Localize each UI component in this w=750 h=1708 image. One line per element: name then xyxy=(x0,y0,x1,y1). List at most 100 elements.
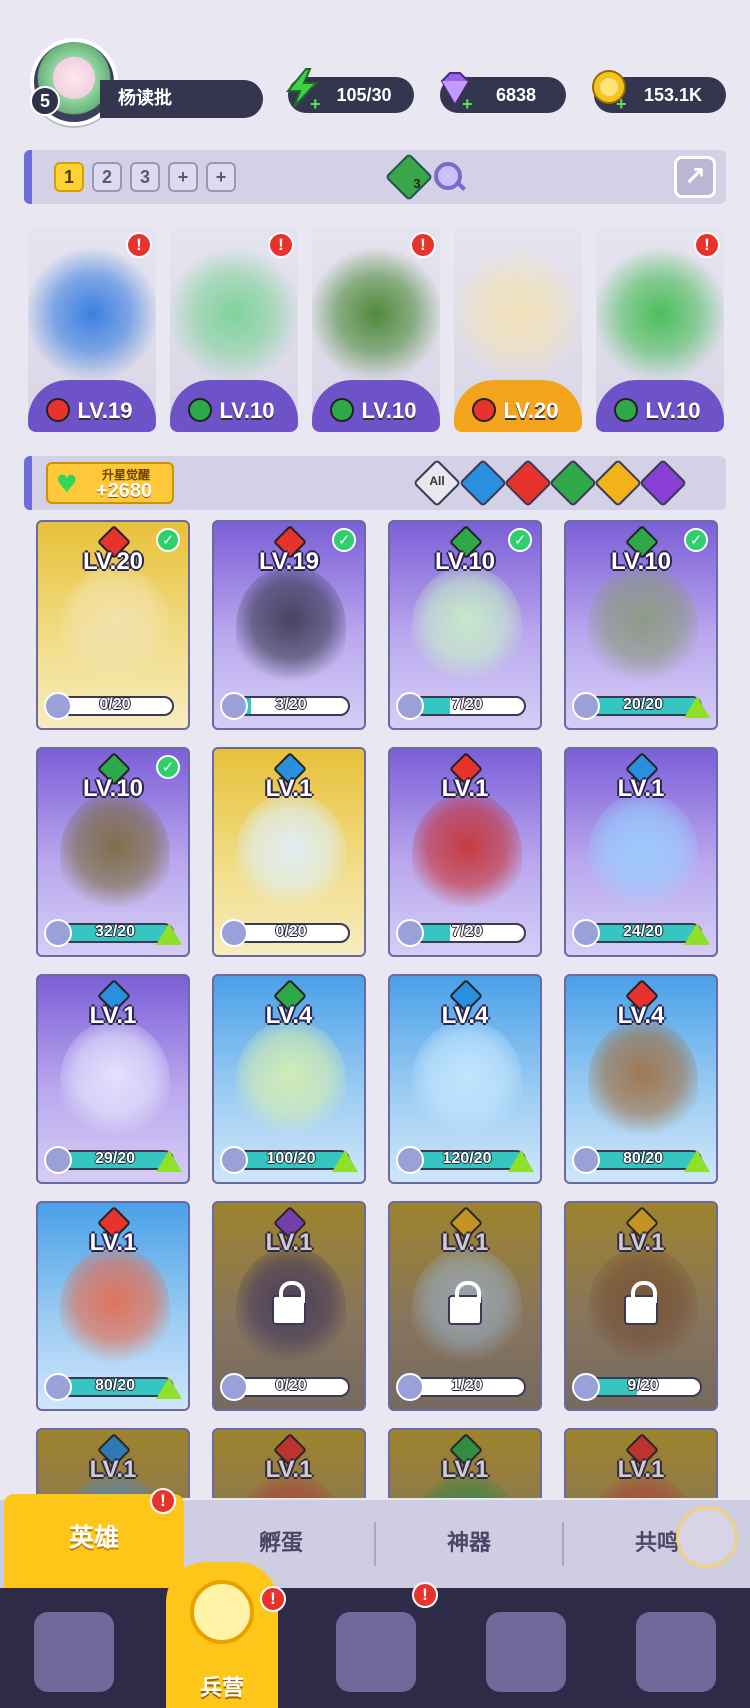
in-team-check-icon: ✓ xyxy=(156,528,180,552)
hero-card[interactable]: LV.20 ✓ 0/20 xyxy=(36,520,190,730)
upgrade-arrow-icon xyxy=(156,1150,182,1172)
hero-card[interactable]: LV.1 xyxy=(388,1428,542,1498)
heart-icon: ♥ xyxy=(56,470,78,498)
hero-card[interactable]: LV.1 0/20 xyxy=(212,1201,366,1411)
squad-alert-badge: ! xyxy=(694,232,720,258)
awaken-value: +2680 xyxy=(96,480,153,502)
nav-barracks-label: 兵营 xyxy=(199,1676,244,1701)
filter-fire-button[interactable] xyxy=(503,458,553,508)
hero-card[interactable]: LV.10 ✓ 32/20 xyxy=(36,747,190,957)
hero-portrait xyxy=(412,566,522,686)
top-header: 5 杨读批 + 105/30 + 6838 + 153.1K xyxy=(0,0,750,140)
awaken-button[interactable]: ♥ 升星觉醒 +2680 xyxy=(46,462,174,504)
team-slot-1[interactable]: 1 xyxy=(54,162,84,192)
tab-artifact[interactable]: 神器 xyxy=(376,1500,562,1588)
hero-level: LV.19 xyxy=(258,548,320,575)
upgrade-arrow-icon xyxy=(508,1150,534,1172)
add-team-slot-button[interactable]: + xyxy=(168,162,198,192)
hero-level: LV.4 xyxy=(265,1002,313,1029)
hero-portrait xyxy=(60,793,170,913)
filter-light-button[interactable] xyxy=(593,458,643,508)
team-bar: 1 2 3 + + 3 ↗ xyxy=(24,150,726,204)
hero-card[interactable]: LV.19 ✓ 3/20 xyxy=(212,520,366,730)
lock-icon xyxy=(624,1281,658,1325)
hero-card[interactable]: LV.1 80/20 xyxy=(36,1201,190,1411)
in-team-check-icon: ✓ xyxy=(508,528,532,552)
book-icon[interactable] xyxy=(336,1612,416,1692)
hero-card[interactable]: LV.1 24/20 xyxy=(564,747,718,957)
hero-card[interactable]: LV.1 7/20 xyxy=(388,747,542,957)
hero-level: LV.1 xyxy=(441,775,489,802)
hero-level: LV.1 xyxy=(89,1002,137,1029)
hero-level: LV.10 xyxy=(82,775,144,802)
upgrade-arrow-icon xyxy=(684,696,710,718)
hero-card[interactable]: LV.4 120/20 xyxy=(388,974,542,1184)
mushroom-icon[interactable] xyxy=(636,1612,716,1692)
shard-progress-text: 0/20 xyxy=(275,1377,307,1394)
hero-card[interactable]: LV.1 0/20 xyxy=(212,747,366,957)
cards-icon[interactable] xyxy=(34,1612,114,1692)
squad-hero-card[interactable]: LV.20 xyxy=(454,226,582,432)
shard-progress-text: 0/20 xyxy=(99,696,131,713)
tab-heroes-label: 英雄 xyxy=(68,1523,119,1552)
castle-icon[interactable] xyxy=(486,1612,566,1692)
shard-progress-text: 3/20 xyxy=(275,696,307,713)
squad-hero-level: LV.10 xyxy=(361,398,417,423)
energy-plus-icon[interactable]: + xyxy=(310,95,321,113)
gems-value: 6838 xyxy=(495,85,537,105)
search-icon[interactable] xyxy=(434,162,462,190)
bottom-nav: ! xyxy=(0,1582,750,1708)
hero-portrait xyxy=(588,793,698,913)
energy-counter[interactable]: + 105/30 xyxy=(285,68,414,113)
hero-card[interactable]: LV.1 xyxy=(36,1428,190,1498)
hero-card[interactable]: LV.1 9/20 xyxy=(564,1201,718,1411)
sub-tab-bar: 英雄 ! 孵蛋 神器 共鸣 xyxy=(0,1488,750,1588)
hero-portrait xyxy=(60,1020,170,1140)
hero-level: LV.20 xyxy=(82,548,144,575)
shard-progress-text: 1/20 xyxy=(451,1377,483,1394)
hero-card[interactable]: LV.4 80/20 xyxy=(564,974,718,1184)
shard-progress-text: 7/20 xyxy=(451,696,483,713)
hero-portrait xyxy=(236,566,346,686)
upgrade-arrow-icon xyxy=(156,1377,182,1399)
barracks-alert-badge: ! xyxy=(260,1586,286,1612)
hero-card[interactable]: LV.10 ✓ 7/20 xyxy=(388,520,542,730)
filter-all-label: All xyxy=(429,474,445,488)
share-icon[interactable]: ↗ xyxy=(674,156,716,198)
hero-portrait xyxy=(588,566,698,686)
squad-alert-badge: ! xyxy=(126,232,152,258)
floating-action-button[interactable] xyxy=(676,1506,738,1568)
squad-hero-card[interactable]: LV.10! xyxy=(596,226,724,432)
squad-hero-card[interactable]: LV.19! xyxy=(28,226,156,432)
book-alert-badge: ! xyxy=(412,1582,438,1608)
hero-card[interactable]: LV.10 ✓ 20/20 xyxy=(564,520,718,730)
squad-hero-level: LV.19 xyxy=(77,398,133,423)
tab-resonance-label: 共鸣 xyxy=(634,1531,679,1556)
team-slot-3[interactable]: 3 xyxy=(130,162,160,192)
hero-level: LV.4 xyxy=(441,1002,489,1029)
gems-plus-icon[interactable]: + xyxy=(462,95,473,113)
hero-portrait xyxy=(236,1020,346,1140)
team-slot-2[interactable]: 2 xyxy=(92,162,122,192)
hero-portrait xyxy=(454,226,582,386)
filter-water-button[interactable] xyxy=(458,458,508,508)
gold-counter[interactable]: + 153.1K xyxy=(592,70,726,113)
add-team-slot-button[interactable]: + xyxy=(206,162,236,192)
hero-card[interactable]: LV.1 xyxy=(212,1428,366,1498)
squad-hero-card[interactable]: LV.10! xyxy=(312,226,440,432)
squad-hero-level: LV.20 xyxy=(503,398,559,423)
gems-counter[interactable]: + 6838 xyxy=(440,72,566,113)
tab-hatch-label: 孵蛋 xyxy=(258,1531,303,1556)
filter-dark-button[interactable] xyxy=(638,458,688,508)
gold-plus-icon[interactable]: + xyxy=(616,95,627,113)
filter-wind-button[interactable] xyxy=(548,458,598,508)
hero-card[interactable]: LV.4 100/20 xyxy=(212,974,366,1184)
squad-alert-badge: ! xyxy=(268,232,294,258)
hero-card[interactable]: LV.1 xyxy=(564,1428,718,1498)
hero-card[interactable]: LV.1 1/20 xyxy=(388,1201,542,1411)
squad-hero-card[interactable]: LV.10! xyxy=(170,226,298,432)
player-level-badge: 5 xyxy=(30,86,60,116)
squad-alert-badge: ! xyxy=(410,232,436,258)
lock-icon xyxy=(272,1281,306,1325)
hero-card[interactable]: LV.1 29/20 xyxy=(36,974,190,1184)
